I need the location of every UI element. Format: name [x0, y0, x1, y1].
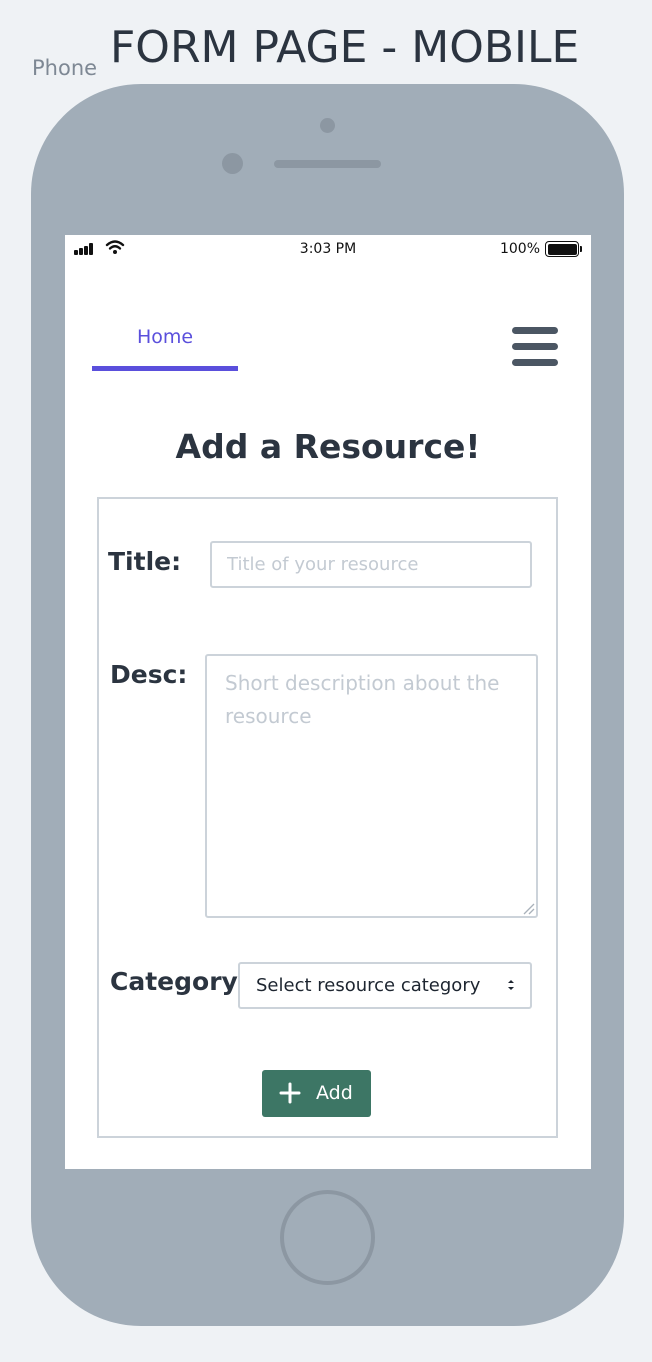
phone-sensor: [222, 153, 243, 174]
resource-form: Title: Desc: Category: Select resource c…: [97, 497, 558, 1138]
category-select-value: Select resource category: [256, 975, 481, 996]
phone-camera: [320, 118, 335, 133]
phone-frame: 3:03 PM 100% Home Add a Resource! Title:…: [31, 84, 624, 1326]
status-bar: 3:03 PM 100%: [65, 235, 591, 265]
desc-label: Desc:: [110, 660, 188, 689]
nav-tab-home[interactable]: Home: [92, 313, 238, 371]
page-label: Phone: [32, 56, 98, 80]
form-heading: Add a Resource!: [175, 427, 481, 466]
add-button-label: Add: [316, 1082, 353, 1104]
title-input[interactable]: [210, 541, 532, 588]
resize-handle-icon[interactable]: [521, 901, 535, 915]
hamburger-menu-icon[interactable]: [512, 327, 558, 367]
category-select[interactable]: Select resource category: [238, 962, 532, 1009]
page-title: FORM PAGE - MOBILE: [110, 22, 580, 73]
battery-icon: [545, 241, 582, 257]
select-chevron-icon: [508, 980, 514, 990]
battery-percent: 100%: [499, 241, 540, 257]
phone-home-button[interactable]: [280, 1190, 375, 1285]
desc-textarea[interactable]: [205, 654, 538, 918]
add-button[interactable]: Add: [262, 1070, 371, 1117]
title-label: Title:: [108, 547, 182, 576]
phone-speaker: [274, 160, 381, 168]
phone-screen: 3:03 PM 100% Home Add a Resource! Title:…: [65, 235, 591, 1169]
category-label: Category:: [110, 967, 248, 996]
plus-icon: [279, 1082, 301, 1104]
